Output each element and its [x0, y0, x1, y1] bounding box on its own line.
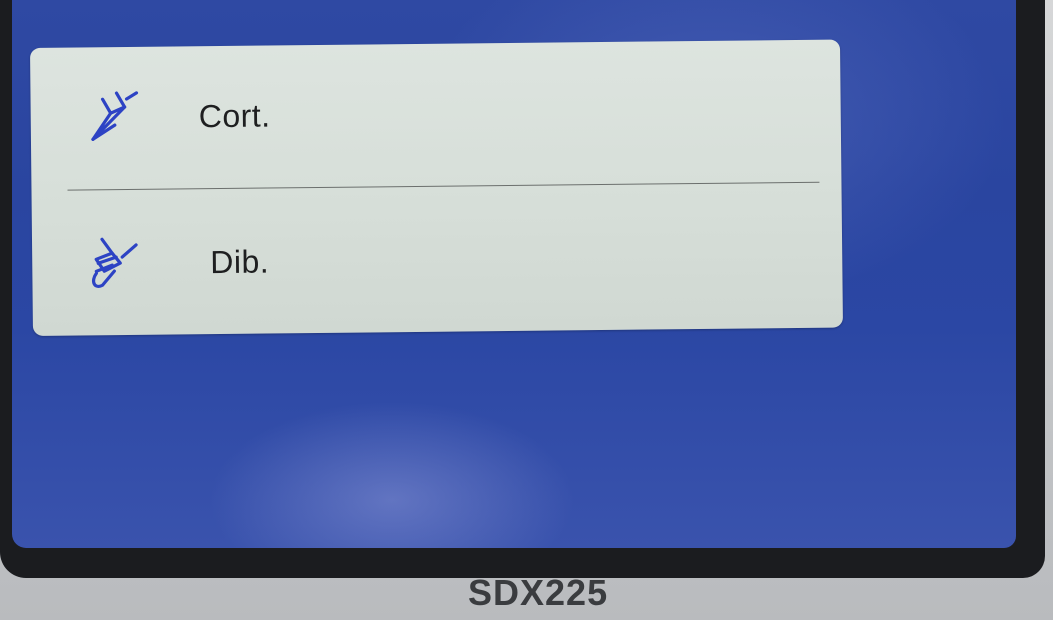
cutting-blade-icon [80, 85, 145, 150]
drawing-pen-icon [82, 231, 147, 296]
menu-item-draw[interactable]: Dib. [32, 186, 843, 334]
mode-menu: Cort. Dib. [30, 39, 843, 336]
menu-item-cut[interactable]: Cort. [30, 40, 841, 188]
model-name: SDX225 [468, 572, 609, 613]
touch-screen: Cort. Dib. [12, 0, 1016, 548]
menu-item-label: Cort. [198, 96, 271, 134]
menu-item-label: Dib. [210, 243, 270, 280]
device-body: Cort. Dib. SDX225 [0, 0, 1053, 620]
screen-bezel: Cort. Dib. [0, 0, 1045, 578]
